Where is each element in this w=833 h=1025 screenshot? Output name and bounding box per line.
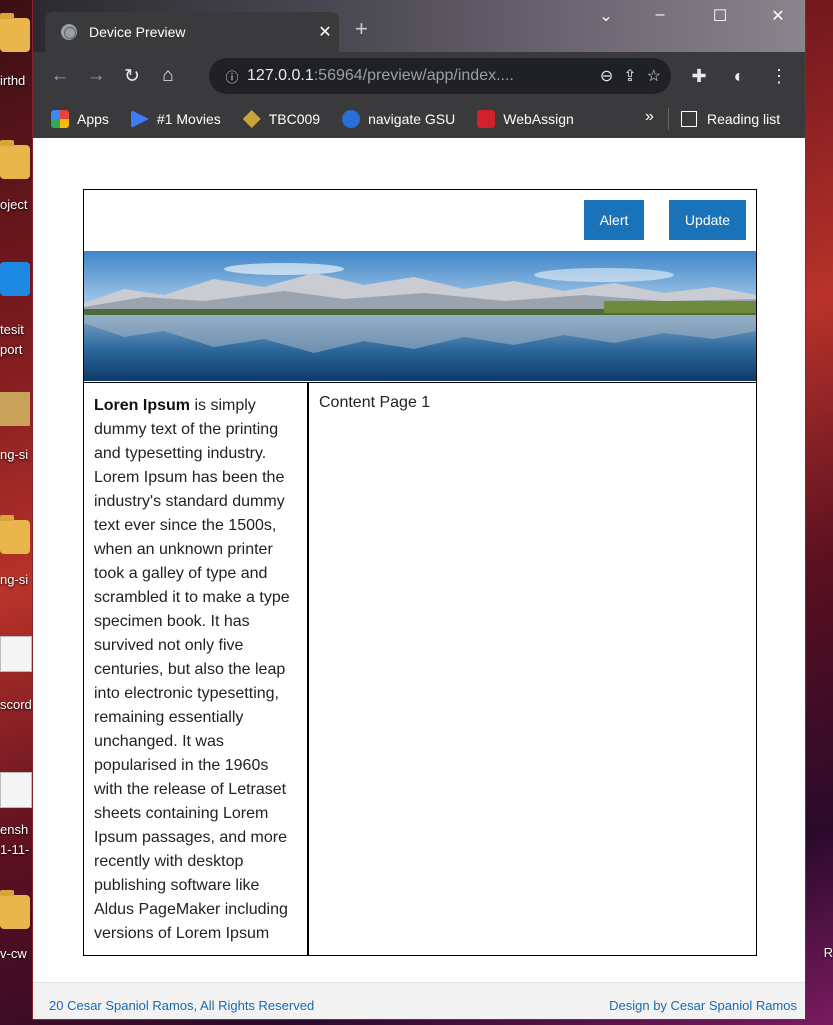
new-tab-icon[interactable]: + [355, 16, 368, 42]
tab-title: Device Preview [89, 24, 186, 40]
folder-icon [0, 13, 30, 52]
bookmark-label: Apps [77, 111, 109, 127]
package-icon [0, 392, 30, 426]
browser-tab[interactable]: Device Preview ✕ [45, 12, 339, 52]
bookmark-label: navigate GSU [368, 111, 456, 127]
content-page-text: Content Page 1 [319, 394, 431, 411]
bookmark-label: #1 Movies [156, 111, 221, 127]
desktop-label: v-cw [0, 946, 27, 961]
forward-arrow-icon[interactable]: → [78, 58, 114, 94]
reading-list-icon [681, 111, 697, 127]
desktop-icon-4[interactable] [0, 392, 34, 426]
paragraph-bold-lead: Loren Ipsum [94, 397, 191, 414]
desktop-label: ng-si [0, 572, 29, 587]
bookmark-webassign[interactable]: WebAssign [477, 110, 574, 128]
tab-search-chevron-icon[interactable]: ⌄ [591, 6, 621, 26]
apps-grid-icon [51, 110, 69, 128]
play-arrow-icon [130, 110, 149, 128]
footer-copyright: 20 Cesar Spaniol Ramos, All Rights Reser… [49, 998, 315, 1013]
folder-icon [0, 890, 30, 929]
more-bookmarks-chevron-icon[interactable]: » [645, 108, 654, 126]
extensions-puzzle-icon[interactable]: ✚ [681, 58, 717, 94]
desktop-label: ensh [0, 822, 29, 837]
bookmark-label: WebAssign [503, 111, 574, 127]
url-path: :56964/preview/app/index.... [313, 67, 514, 84]
desktop-icon-5[interactable] [0, 515, 34, 554]
browser-window: Device Preview ✕ + ⌄ – ☐ ✕ ← → ↻ ⌂ ⓘ 127… [32, 0, 806, 1020]
minimize-icon[interactable]: – [645, 6, 675, 24]
action-buttons: Alert Update [584, 200, 746, 240]
desktop-label: 1-11- [0, 842, 30, 857]
desktop-label: tesit [0, 322, 24, 337]
two-column-layout: Loren Ipsum is simply dummy text of the … [84, 382, 756, 956]
zoom-icon[interactable]: ⊖ [600, 66, 613, 86]
paragraph-body: is simply dummy text of the printing and… [94, 397, 290, 942]
bookmark-star-icon[interactable]: ☆ [647, 66, 661, 86]
reload-icon[interactable]: ↻ [114, 58, 150, 94]
globe-icon [61, 24, 77, 40]
left-column: Loren Ipsum is simply dummy text of the … [84, 383, 309, 956]
diamond-icon [242, 110, 261, 128]
image-icon [0, 772, 32, 808]
bookmark-tbc009[interactable]: TBC009 [242, 110, 321, 128]
reading-list-label: Reading list [707, 111, 781, 127]
update-button[interactable]: Update [669, 200, 746, 240]
navigation-toolbar: ← → ↻ ⌂ ⓘ 127.0.0.1:56964/preview/app/in… [33, 52, 805, 100]
alert-button[interactable]: Alert [584, 200, 644, 240]
folder-icon [0, 140, 30, 179]
lorem-paragraph: Loren Ipsum is simply dummy text of the … [84, 383, 307, 957]
url-host: 127.0.0.1 [247, 67, 314, 84]
share-icon[interactable]: ⇪ [623, 66, 636, 86]
landscape-banner-image [84, 251, 756, 381]
right-column: Content Page 1 [309, 383, 756, 956]
desktop-label: irthd [0, 73, 26, 88]
address-bar[interactable]: ⓘ 127.0.0.1:56964/preview/app/index.... … [209, 58, 671, 94]
desktop-label: oject [0, 197, 28, 212]
back-arrow-icon[interactable]: ← [42, 58, 78, 94]
desktop-label: R [823, 945, 833, 960]
bookmarks-divider [668, 108, 669, 130]
info-icon[interactable]: ⓘ [217, 67, 247, 86]
desktop-icon-3[interactable] [0, 262, 34, 296]
content-card: Alert Update Loren Ipsum is simply dummy… [83, 189, 757, 956]
folder-icon [0, 515, 30, 554]
bookmarks-bar: Apps #1 Movies TBC009 navigate GSU WebAs… [33, 100, 805, 138]
webassign-icon [477, 110, 496, 128]
desktop-label: ng-si [0, 447, 29, 462]
page-viewport: Alert Update Loren Ipsum is simply dummy… [33, 138, 805, 1019]
maximize-icon[interactable]: ☐ [705, 6, 735, 26]
close-tab-icon[interactable]: ✕ [311, 22, 339, 42]
university-icon [342, 110, 361, 128]
desktop-icon-7[interactable] [0, 772, 34, 808]
home-icon[interactable]: ⌂ [150, 58, 186, 94]
app-icon [0, 262, 30, 296]
reading-list-button[interactable]: Reading list [681, 100, 780, 138]
desktop-label: scord [0, 697, 32, 712]
bookmark-navigate-gsu[interactable]: navigate GSU [342, 110, 455, 128]
page-footer: 20 Cesar Spaniol Ramos, All Rights Reser… [33, 982, 805, 1019]
title-bar: Device Preview ✕ + ⌄ – ☐ ✕ [33, 0, 805, 52]
desktop-icon-1[interactable] [0, 13, 34, 52]
more-menu-icon[interactable]: ⋮ [761, 58, 797, 94]
bookmark-apps[interactable]: Apps [51, 110, 109, 128]
profile-avatar-icon[interactable]: ◐ [721, 58, 757, 94]
desktop-label: port [0, 342, 23, 357]
desktop-icon-6[interactable] [0, 636, 34, 672]
mountain-lake-illustration [84, 251, 756, 381]
bookmark-movies[interactable]: #1 Movies [130, 110, 221, 128]
desktop-icon-2[interactable] [0, 140, 34, 179]
bookmark-label: TBC009 [268, 111, 321, 127]
close-window-icon[interactable]: ✕ [763, 6, 793, 26]
footer-credit: Design by Cesar Spaniol Ramos [609, 998, 797, 1013]
desktop-icon-8[interactable] [0, 890, 34, 929]
document-icon [0, 636, 32, 672]
